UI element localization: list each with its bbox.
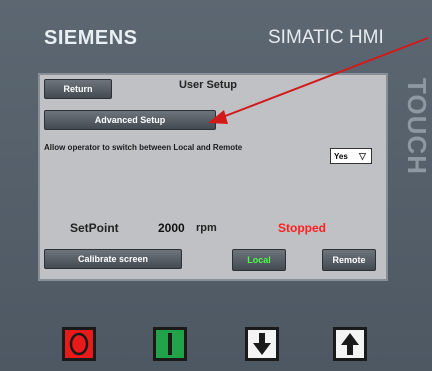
setpoint-value: 2000 <box>158 221 185 235</box>
setpoint-unit: rpm <box>196 222 217 234</box>
brand-logo: SIEMENS <box>44 27 138 49</box>
select-value: Yes <box>334 151 348 161</box>
touch-label: TOUCH <box>402 78 432 175</box>
start-bar-icon <box>168 333 172 355</box>
up-button[interactable] <box>333 327 367 361</box>
stop-button[interactable] <box>62 327 96 361</box>
local-button[interactable]: Local <box>232 249 286 271</box>
remote-button[interactable]: Remote <box>322 249 376 271</box>
stop-circle-icon <box>69 332 89 356</box>
product-name: SIMATIC HMI <box>268 27 384 48</box>
allow-switch-label: Allow operator to switch between Local a… <box>44 143 243 152</box>
setpoint-label: SetPoint <box>70 221 119 235</box>
calibrate-screen-button[interactable]: Calibrate screen <box>44 249 182 269</box>
local-remote-select[interactable]: Yes ▽ <box>330 148 372 164</box>
hmi-screen: Return User Setup Advanced Setup Allow o… <box>38 73 388 281</box>
start-button[interactable] <box>153 327 187 361</box>
status-text: Stopped <box>278 221 326 235</box>
return-button[interactable]: Return <box>44 79 112 99</box>
advanced-setup-button[interactable]: Advanced Setup <box>44 110 216 130</box>
page-title: User Setup <box>178 79 238 91</box>
arrow-down-icon <box>253 333 271 355</box>
down-button[interactable] <box>245 327 279 361</box>
arrow-up-icon <box>341 333 359 355</box>
chevron-down-icon: ▽ <box>359 150 366 161</box>
